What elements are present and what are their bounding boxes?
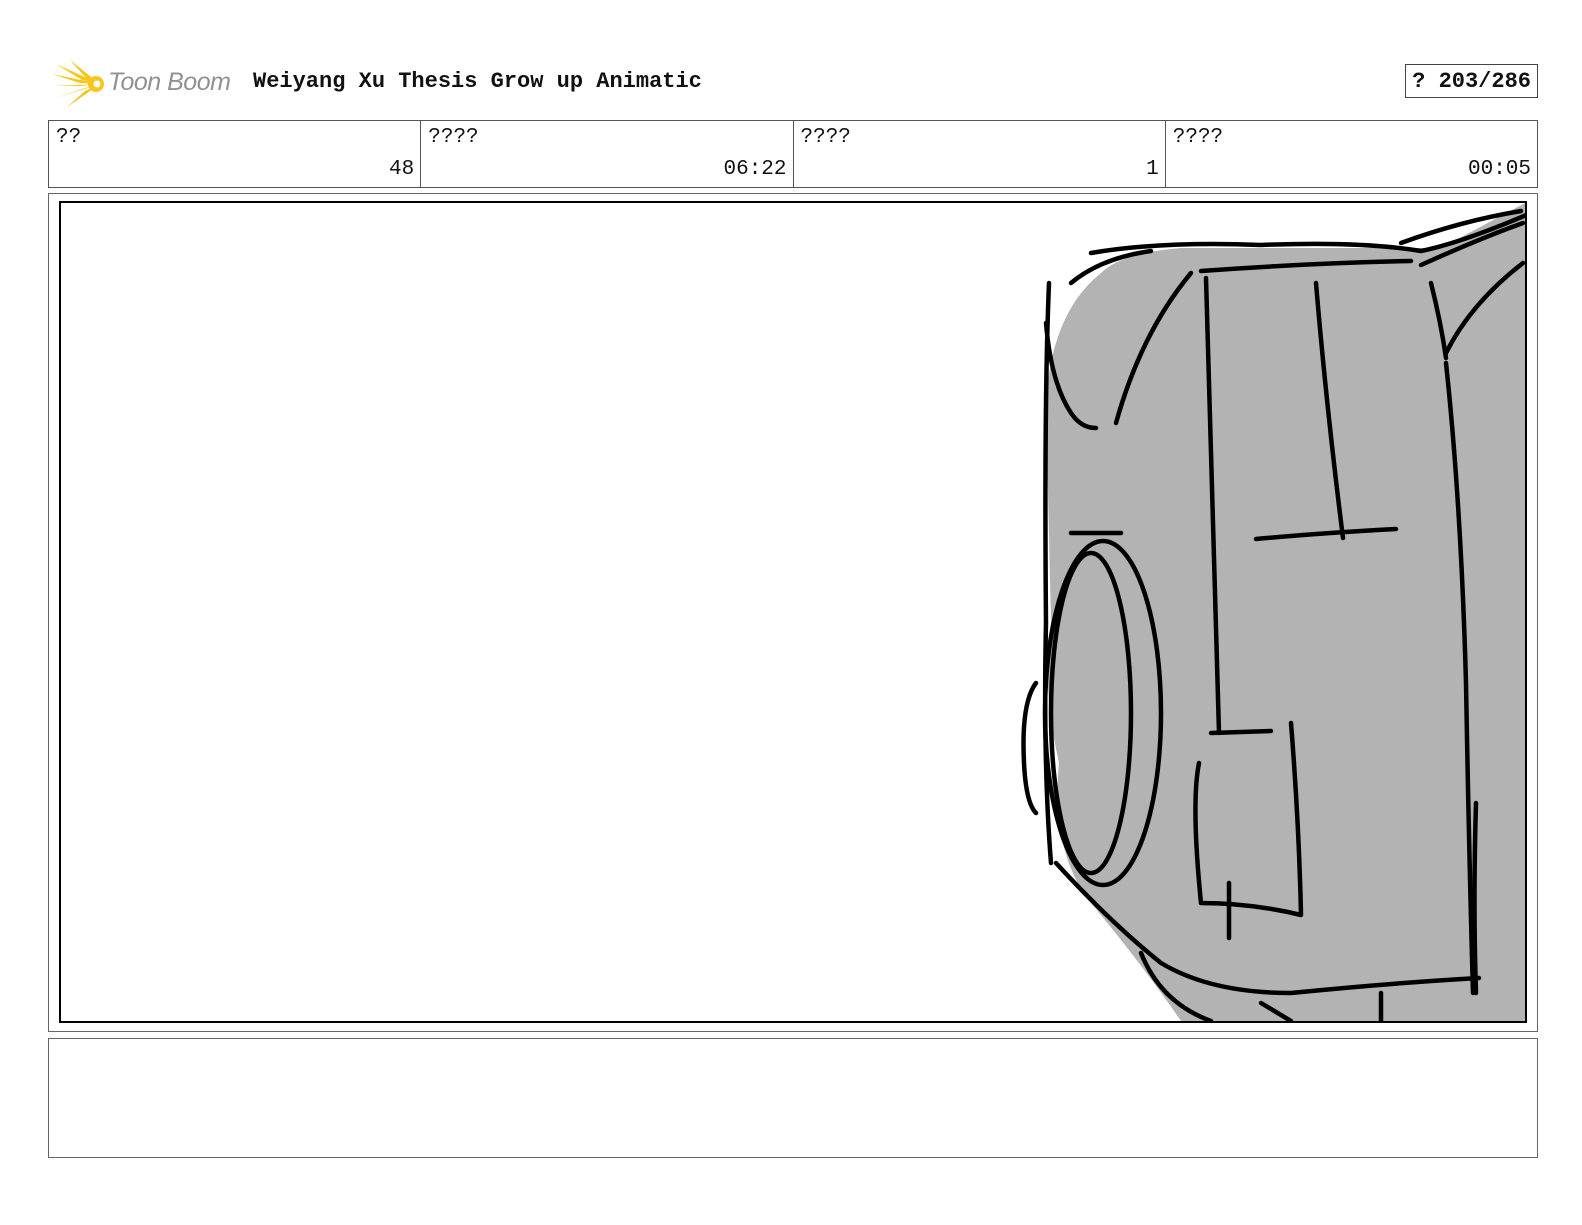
car-body-fill [1046,203,1525,1021]
page-indicator: ? 203/286 [1405,64,1538,98]
storyboard-panel [48,193,1538,1032]
grille-top [1208,728,1274,736]
panel-info-row: ?? 48 ???? 06:22 ???? 1 ???? 00:05 [48,120,1538,188]
info-value: 48 [389,158,415,181]
info-label: ???? [800,126,851,149]
info-value: 1 [1146,158,1159,181]
info-value: 06:22 [723,158,787,181]
logo-text: Toon Boom [108,68,231,96]
storyboard-header: Toon Boom Weiyang Xu Thesis Grow up Anim… [48,54,1538,114]
info-label: ???? [1172,126,1224,149]
sketch-drawing [1021,203,1525,1021]
info-label: ???? [428,126,479,149]
info-cell-panel: ???? 1 [794,121,1166,187]
right-short-vertical [1472,800,1479,996]
notes-area[interactable] [48,1038,1538,1158]
info-value: 00:05 [1467,158,1531,181]
info-cell-duration: ???? 00:05 [1166,121,1537,187]
starburst-icon [52,60,104,108]
info-label: ?? [56,126,82,149]
project-title: Weiyang Xu Thesis Grow up Animatic [253,69,702,94]
info-cell-timecode: ???? 06:22 [421,121,794,187]
side-bump [1021,680,1039,816]
toon-boom-logo: Toon Boom [52,58,242,108]
info-cell-scene: ?? 48 [49,121,422,187]
panel-frame [59,201,1527,1023]
